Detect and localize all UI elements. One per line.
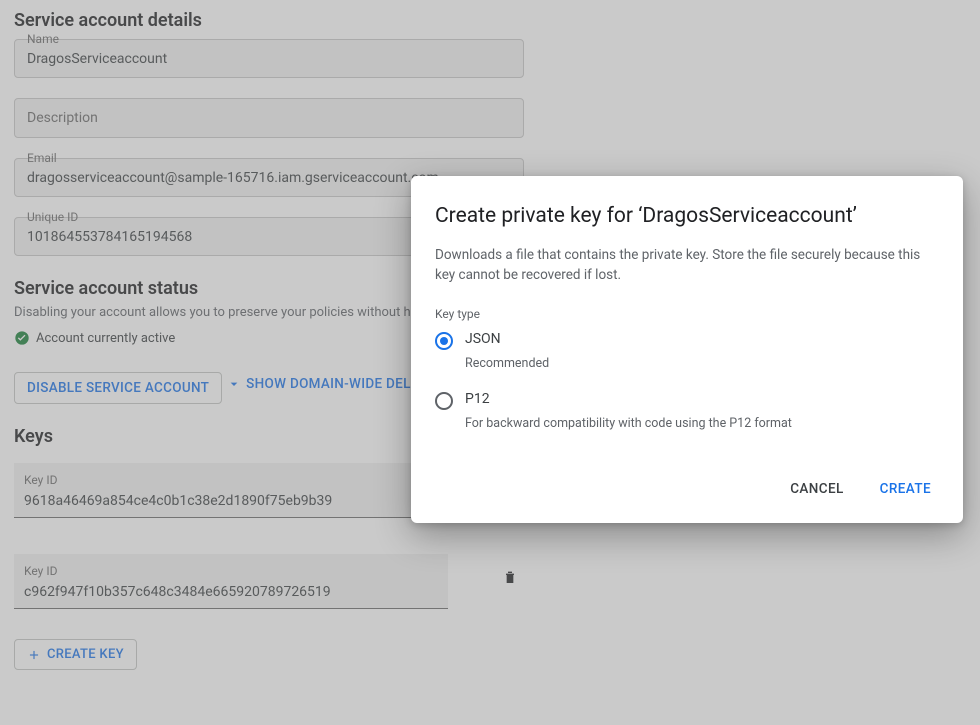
option-sublabel: For backward compatibility with code usi… bbox=[465, 416, 939, 431]
create-private-key-dialog: Create private key for ‘DragosServiceacc… bbox=[411, 176, 963, 523]
key-type-label: Key type bbox=[435, 307, 939, 321]
key-type-option-json[interactable]: JSON bbox=[435, 331, 939, 350]
option-sublabel: Recommended bbox=[465, 356, 939, 371]
create-button[interactable]: Create bbox=[872, 473, 939, 505]
radio-icon[interactable] bbox=[435, 392, 453, 410]
key-type-option-p12[interactable]: P12 bbox=[435, 391, 939, 410]
dialog-title: Create private key for ‘DragosServiceacc… bbox=[435, 204, 939, 228]
radio-icon[interactable] bbox=[435, 332, 453, 350]
option-label: P12 bbox=[465, 391, 490, 407]
cancel-button[interactable]: Cancel bbox=[782, 473, 851, 505]
dialog-description: Downloads a file that contains the priva… bbox=[435, 246, 939, 285]
option-label: JSON bbox=[465, 331, 501, 347]
